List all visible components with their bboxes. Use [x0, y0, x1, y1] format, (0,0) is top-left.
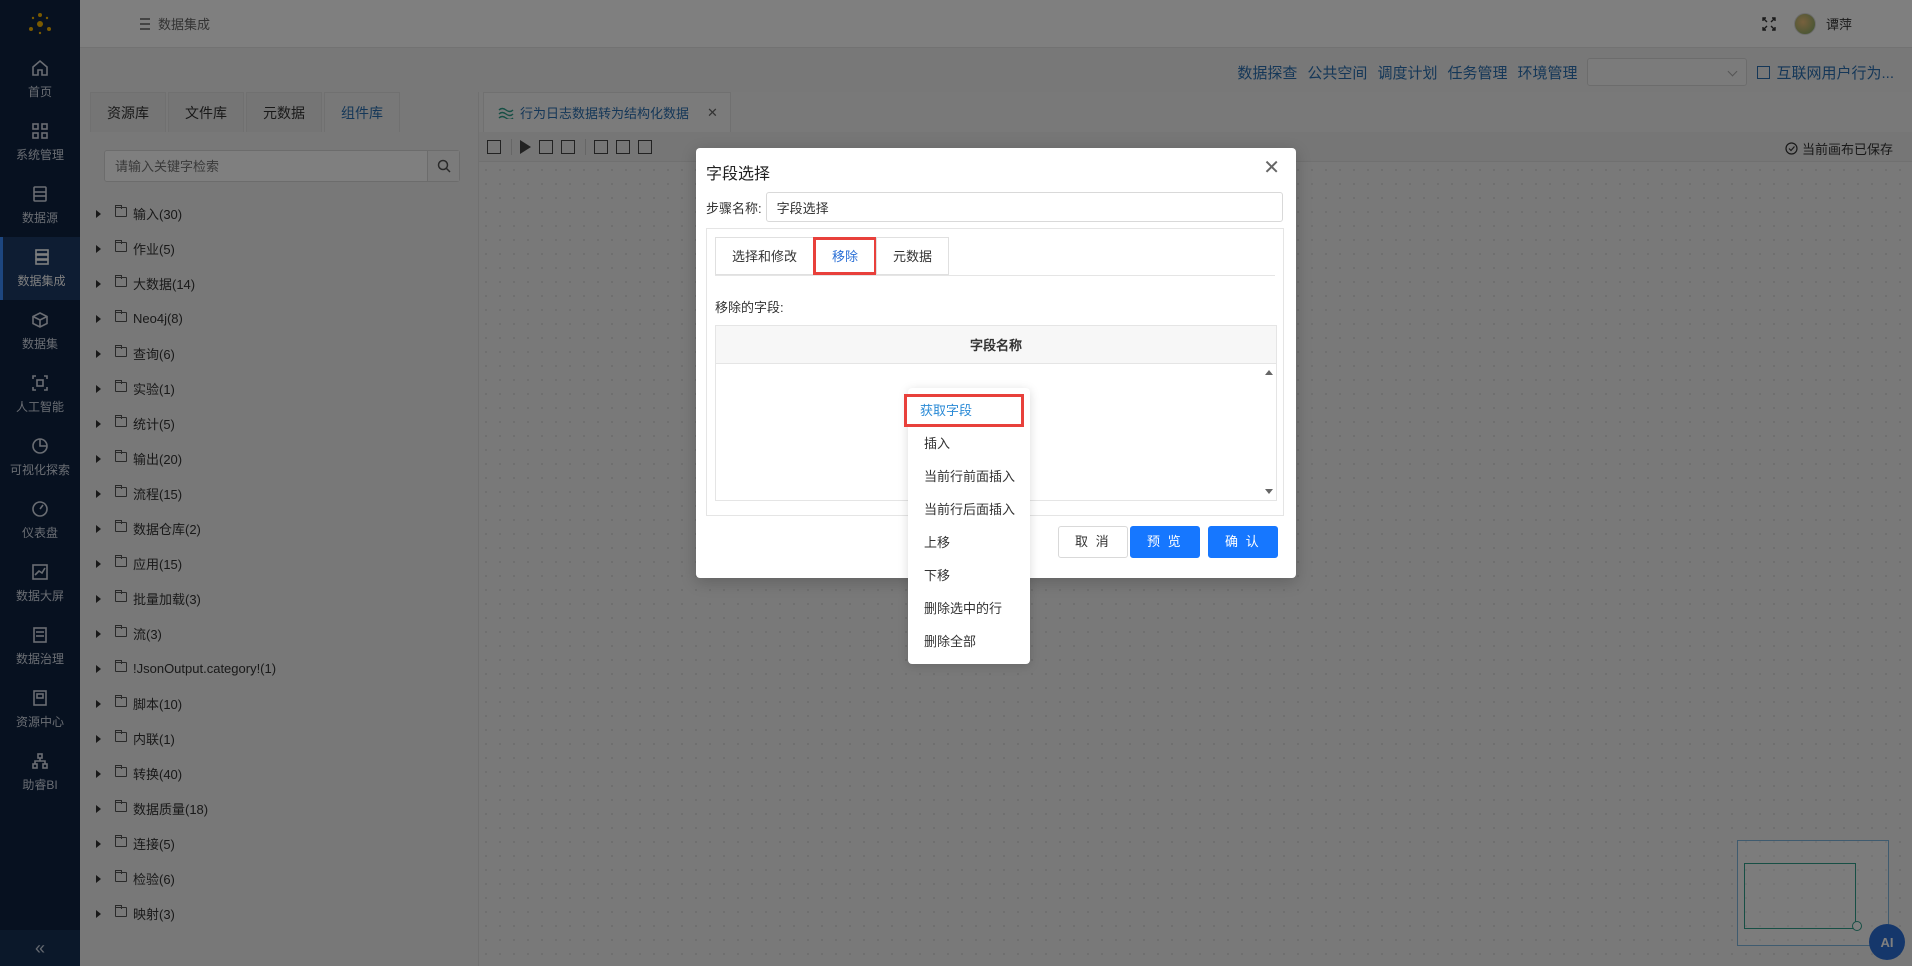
menu-item-get-fields[interactable]: 获取字段	[904, 394, 1024, 427]
menu-item-delete-all[interactable]: 删除全部	[908, 625, 1030, 658]
menu-item-insert-after[interactable]: 当前行后面插入	[908, 493, 1030, 526]
scroll-up-icon[interactable]	[1265, 370, 1273, 375]
context-menu: 获取字段 插入 当前行前面插入 当前行后面插入 上移 下移 删除选中的行 删除全…	[904, 388, 1030, 664]
menu-item-move-up[interactable]: 上移	[908, 526, 1030, 559]
menu-item-move-down[interactable]: 下移	[908, 559, 1030, 592]
tab-dialog-metadata[interactable]: 元数据	[876, 237, 950, 275]
dialog-tabs: 选择和修改 移除 元数据	[715, 237, 950, 275]
tab-select-modify[interactable]: 选择和修改	[715, 237, 815, 275]
close-icon[interactable]: ✕	[1263, 158, 1280, 178]
cancel-button[interactable]: 取 消	[1058, 526, 1128, 558]
column-header-field-name: 字段名称	[716, 326, 1276, 364]
step-name-input[interactable]	[765, 192, 1283, 222]
menu-item-insert-before[interactable]: 当前行前面插入	[908, 460, 1030, 493]
tab-remove[interactable]: 移除	[813, 237, 878, 275]
menu-item-delete-selected[interactable]: 删除选中的行	[908, 592, 1030, 625]
scroll-down-icon[interactable]	[1265, 489, 1273, 494]
menu-item-insert[interactable]: 插入	[908, 427, 1030, 460]
step-name-row: 步骤名称:	[706, 192, 1283, 222]
confirm-button[interactable]: 确 认	[1208, 526, 1278, 558]
table-scrollbar[interactable]	[1262, 364, 1276, 500]
preview-button[interactable]: 预 览	[1130, 526, 1200, 558]
remove-fields-label: 移除的字段:	[715, 300, 784, 315]
step-name-label: 步骤名称:	[706, 200, 762, 216]
tabs-divider	[715, 275, 1275, 276]
dialog-title: 字段选择	[706, 166, 771, 183]
